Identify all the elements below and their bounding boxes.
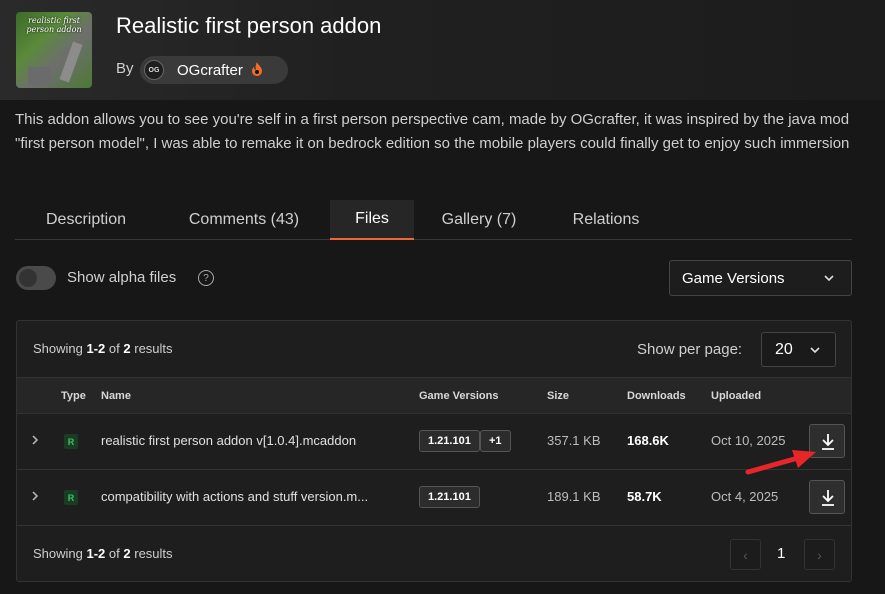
toggle-knob (19, 269, 37, 287)
results-total: 2 (123, 341, 131, 356)
thumbnail-caption: realistic first person addon (26, 16, 82, 34)
current-page[interactable]: 1 (777, 545, 785, 562)
thumbnail-block (28, 67, 50, 85)
download-button[interactable] (809, 480, 845, 514)
tab-description[interactable]: Description (15, 200, 157, 240)
header-type: Type (61, 390, 86, 402)
next-page-button[interactable]: › (804, 539, 835, 570)
chevron-right-icon[interactable] (31, 490, 39, 505)
header-game-versions: Game Versions (419, 390, 499, 402)
table-row[interactable]: R compatibility with actions and stuff v… (17, 470, 851, 526)
results-range: 1-2 (86, 546, 106, 561)
help-icon[interactable]: ? (198, 270, 214, 286)
showing-prefix: Showing (33, 341, 83, 356)
file-name[interactable]: compatibility with actions and stuff ver… (101, 489, 368, 504)
results-word: results (134, 341, 173, 356)
table-header: Type Name Game Versions Size Downloads U… (17, 377, 851, 414)
per-page-value: 20 (775, 340, 793, 358)
project-thumbnail[interactable]: realistic first person addon (16, 12, 92, 88)
thumbnail-arm (59, 41, 83, 83)
file-size: 357.1 KB (547, 433, 601, 448)
file-downloads: 58.7K (627, 489, 662, 504)
file-name[interactable]: realistic first person addon v[1.0.4].mc… (101, 433, 356, 448)
download-icon (822, 490, 834, 506)
game-version-tag: 1.21.101 (419, 486, 480, 508)
showing-prefix: Showing (33, 546, 83, 561)
chevron-down-icon (809, 343, 821, 361)
of-word: of (108, 341, 120, 356)
project-title: Realistic first person addon (116, 13, 382, 38)
release-type-badge: R (64, 434, 78, 449)
alpha-files-toggle[interactable] (16, 266, 56, 290)
results-total: 2 (123, 546, 131, 561)
results-summary-bottom: Showing 1-2 of 2 results (33, 546, 173, 561)
game-version-tag: 1.21.101 (419, 430, 480, 452)
red-arrow-annotation (745, 450, 816, 475)
release-type-badge: R (64, 490, 78, 505)
header-size: Size (547, 390, 570, 402)
results-summary-top: Showing 1-2 of 2 results (33, 341, 173, 356)
tab-gallery[interactable]: Gallery (7) (414, 200, 544, 240)
files-panel: Showing 1-2 of 2 results Show per page: … (16, 320, 852, 582)
fire-icon (251, 61, 263, 79)
file-size: 189.1 KB (547, 489, 601, 504)
header-uploaded: Uploaded (711, 390, 762, 402)
results-range: 1-2 (86, 341, 106, 356)
of-word: of (108, 546, 120, 561)
file-uploaded: Oct 4, 2025 (711, 489, 779, 504)
header-downloads: Downloads (627, 390, 686, 402)
tab-files[interactable]: Files (330, 200, 414, 240)
project-description: This addon allows you to see you're self… (15, 111, 850, 152)
chevron-right-icon[interactable] (31, 434, 39, 449)
per-page-dropdown[interactable]: 20 (761, 332, 836, 367)
results-word: results (134, 546, 173, 561)
chevron-down-icon (823, 271, 835, 288)
extra-versions-tag[interactable]: +1 (480, 430, 511, 452)
table-row[interactable]: R realistic first person addon v[1.0.4].… (17, 414, 851, 470)
game-versions-dropdown[interactable]: Game Versions (669, 260, 852, 296)
author-avatar: OG (144, 60, 164, 80)
header-name: Name (101, 390, 131, 402)
per-page-label: Show per page: (637, 341, 743, 358)
tab-comments[interactable]: Comments (43) (157, 200, 331, 240)
by-label: By (116, 60, 134, 77)
author-name: OGcrafter (177, 61, 243, 79)
alpha-files-label: Show alpha files (67, 269, 177, 286)
tab-relations[interactable]: Relations (544, 200, 668, 240)
prev-page-button[interactable]: ‹ (730, 539, 761, 570)
author-chip[interactable]: OG OGcrafter (140, 56, 288, 84)
file-downloads: 168.6K (627, 433, 669, 448)
project-tabs: Description Comments (43) Files Gallery … (15, 200, 852, 240)
game-versions-label: Game Versions (682, 269, 785, 287)
